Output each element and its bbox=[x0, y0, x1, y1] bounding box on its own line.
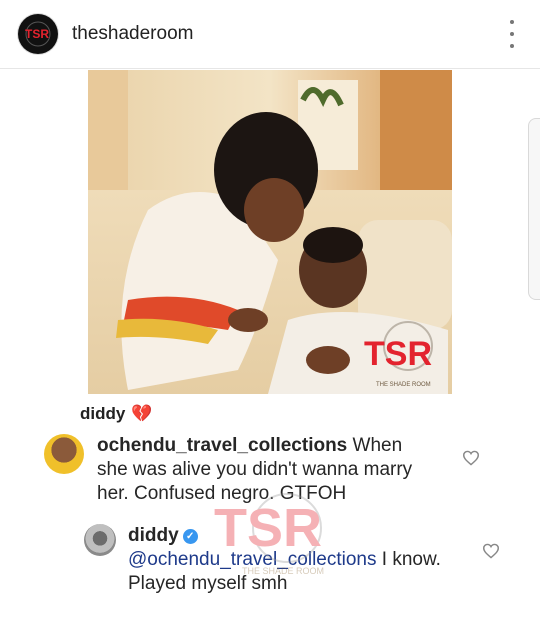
svg-text:TSR: TSR bbox=[25, 27, 49, 41]
caption-username[interactable]: diddy bbox=[80, 404, 125, 423]
reply-avatar[interactable] bbox=[84, 524, 116, 556]
commenter-avatar[interactable] bbox=[44, 434, 84, 474]
heart-icon[interactable] bbox=[462, 450, 480, 466]
post-header: TSR theshaderoom bbox=[0, 0, 540, 69]
post-username[interactable]: theshaderoom bbox=[72, 23, 193, 45]
post-photo[interactable]: TSR THE SHADE ROOM bbox=[88, 70, 452, 394]
svg-text:THE SHADE ROOM: THE SHADE ROOM bbox=[376, 382, 431, 388]
post-caption: diddy 💔 bbox=[80, 404, 153, 424]
tsr-logo-icon: TSR bbox=[19, 15, 57, 53]
post-image: TSR THE SHADE ROOM bbox=[88, 70, 452, 394]
side-edge bbox=[528, 118, 540, 300]
comment: ochendu_travel_collections When she was … bbox=[97, 434, 437, 506]
comment-username[interactable]: ochendu_travel_collections bbox=[97, 435, 347, 456]
reply-comment: diddy ✓ @ochendu_travel_collections I kno… bbox=[128, 524, 458, 596]
profile-avatar[interactable]: TSR bbox=[18, 14, 58, 54]
reply-mention[interactable]: @ochendu_travel_collections bbox=[128, 549, 377, 570]
more-options-icon[interactable] bbox=[508, 20, 516, 48]
heart-icon[interactable] bbox=[482, 543, 500, 559]
verified-badge-icon: ✓ bbox=[182, 529, 198, 544]
svg-text:TSR: TSR bbox=[364, 335, 432, 373]
reply-username[interactable]: diddy bbox=[128, 525, 179, 546]
broken-heart-icon: 💔 bbox=[131, 404, 153, 423]
